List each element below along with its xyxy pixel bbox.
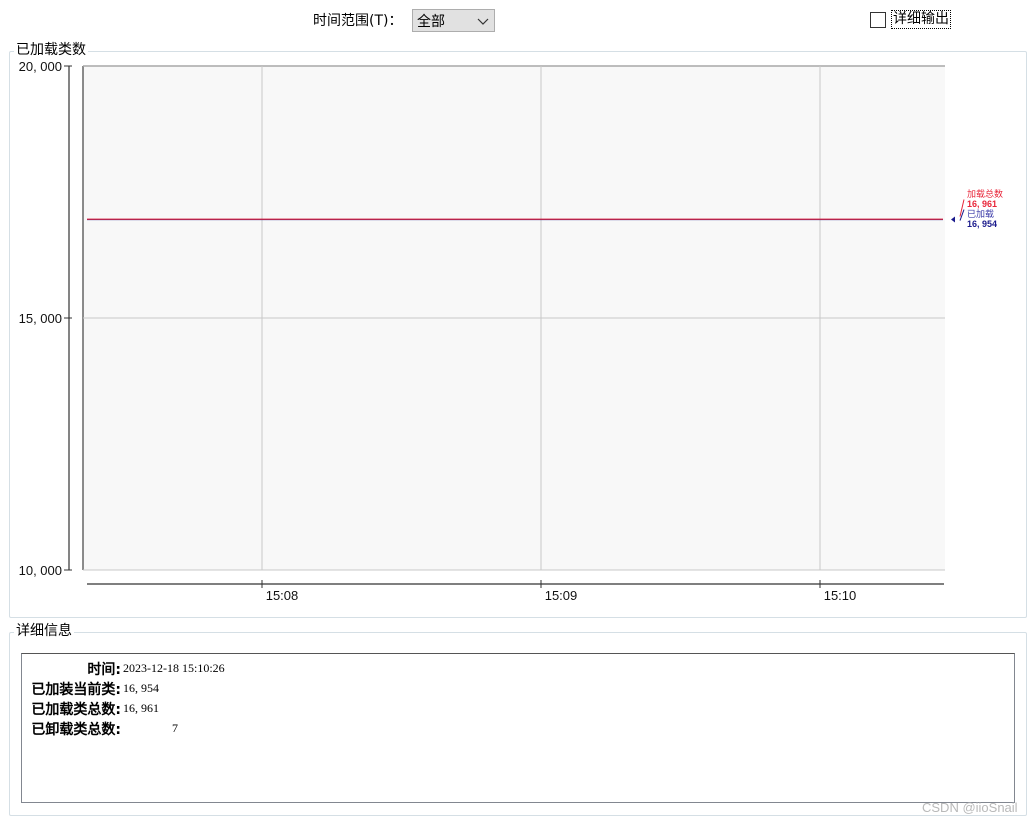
legend-loaded-value: 16, 954 <box>967 219 997 229</box>
detail-value: 16, 954 <box>123 681 159 695</box>
detail-value: 7 <box>172 721 178 735</box>
detail-value: 2023-12-18 15:10:26 <box>123 661 225 675</box>
legend-total-value: 16, 961 <box>967 199 997 209</box>
detail-label: 时间: <box>87 662 121 678</box>
detail-label: 已卸载类总数: <box>31 722 121 738</box>
y-tick-label: 10, 000 <box>19 563 62 578</box>
details-text-area[interactable]: 时间: 2023-12-18 15:10:26 已加装当前类: 16, 954 已加载类… <box>21 653 1015 803</box>
detail-value: 16, 961 <box>123 701 159 715</box>
detail-label: 已加装当前类: <box>31 682 121 698</box>
x-tick-label: 15:08 <box>266 588 299 603</box>
series-end-marker <box>951 216 955 223</box>
x-tick-label: 15:10 <box>824 588 857 603</box>
watermark: CSDN @iioSnail <box>922 800 1018 815</box>
legend-total-name: 加载总数 <box>967 188 1003 199</box>
legend-loaded-name: 已加载 <box>967 208 994 219</box>
y-tick-label: 20, 000 <box>19 59 62 74</box>
x-tick-label: 15:09 <box>545 588 578 603</box>
detail-label: 已加载类总数: <box>31 702 121 718</box>
detail-row: 已加载类总数: <box>22 699 121 719</box>
detail-row: 时间: <box>22 659 121 679</box>
detail-row: 已加装当前类: <box>22 679 121 699</box>
details-panel-title: 详细信息 <box>14 623 74 639</box>
detail-row: 已卸载类总数: <box>22 719 121 739</box>
y-tick-label: 15, 000 <box>19 311 62 326</box>
